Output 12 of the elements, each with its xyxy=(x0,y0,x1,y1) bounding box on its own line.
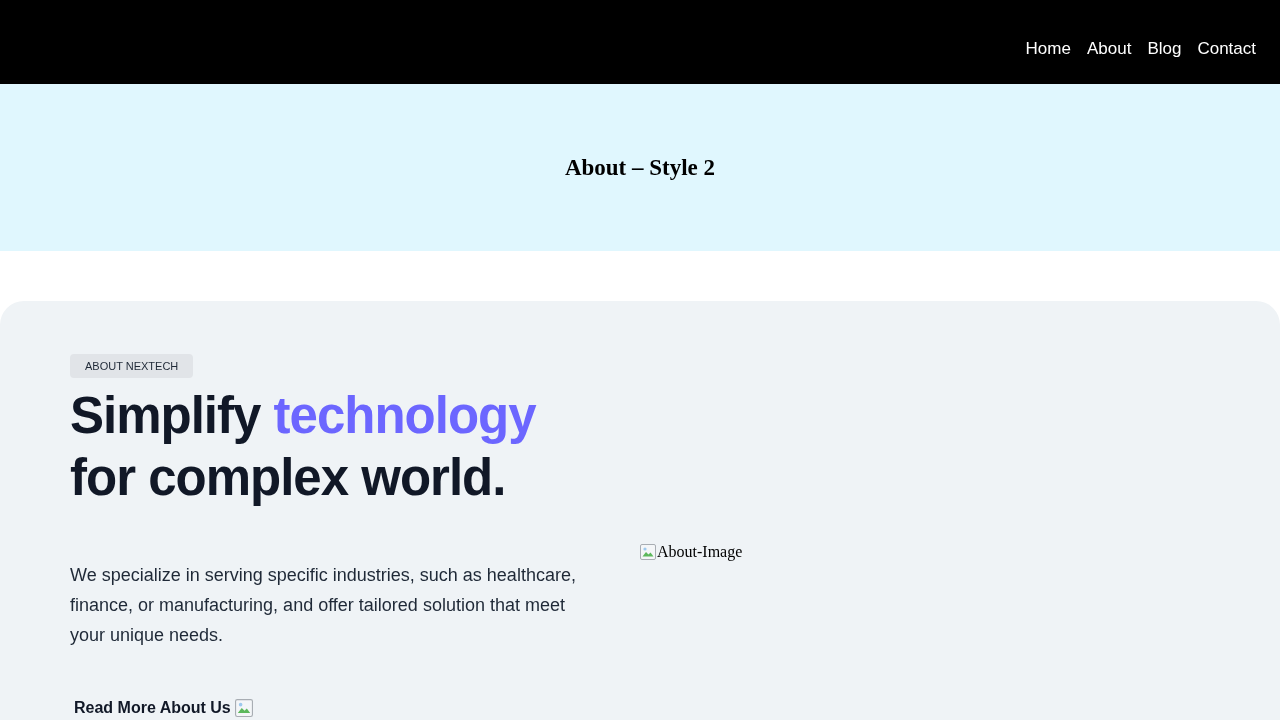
section-badge: ABOUT NEXTECH xyxy=(70,354,194,378)
nav-link[interactable]: Blog xyxy=(1147,38,1182,60)
heading: Simplify technology for complex world. xyxy=(70,386,538,508)
image-icon xyxy=(234,699,253,717)
nav-link[interactable]: Contact xyxy=(1197,38,1256,60)
description: We specialize in serving specific industries, such as healthcare, finance, or manufacturing, and offer tailored solution that meet your unique needs. xyxy=(70,564,577,647)
nav-link[interactable]: About xyxy=(1086,38,1132,60)
image-alt-text: About-Image xyxy=(657,543,743,561)
read-more-link[interactable]: Read More About Us xyxy=(74,698,231,718)
nav-link[interactable]: Home xyxy=(1025,38,1071,60)
page-title: About – Style 2 xyxy=(564,153,716,182)
image-icon xyxy=(640,544,656,560)
